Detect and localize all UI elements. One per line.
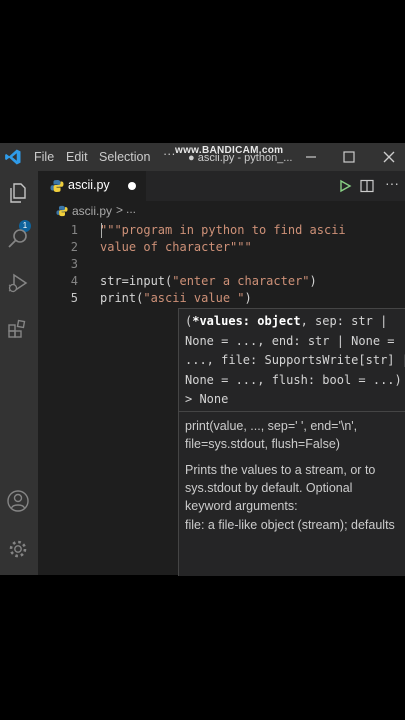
tooltip-divider: [179, 411, 405, 412]
doc-line: file: a file-like object (stream); defau…: [185, 518, 395, 532]
window-title: ● ascii.py - python_...: [188, 152, 293, 164]
doc-line: print(value, ..., sep=' ', end='\n',: [185, 419, 358, 433]
signature-hover-tooltip: (*values: object, sep: str | None = ...,…: [178, 308, 405, 576]
code-token: str=input(: [100, 274, 173, 288]
vscode-logo-icon[interactable]: [4, 148, 22, 166]
tab-bar: ascii.py ···: [38, 171, 405, 201]
close-icon[interactable]: [381, 149, 397, 165]
breadcrumb-more[interactable]: ...: [126, 202, 136, 216]
code-token: print(: [100, 291, 144, 305]
extensions-icon[interactable]: [6, 317, 30, 341]
python-file-icon: [56, 205, 68, 217]
run-python-file-icon[interactable]: [338, 179, 352, 193]
search-icon[interactable]: [6, 227, 30, 251]
line-number: 1: [70, 223, 78, 237]
sig-text: ..., file: SupportsWrite[str] |: [185, 353, 405, 367]
sig-text: , sep: str |: [300, 314, 388, 328]
breadcrumb-separator: >: [116, 203, 124, 217]
function-signature: (*values: object, sep: str | None = ...,…: [185, 312, 405, 410]
code-token: ): [309, 274, 317, 288]
doc-line: file=sys.stdout, flush=False): [185, 437, 340, 451]
doc-line: Prints the values to a stream, or to: [185, 463, 376, 477]
breadcrumb-file[interactable]: ascii.py: [72, 204, 112, 218]
explorer-icon[interactable]: [6, 181, 30, 205]
sig-text: > None: [185, 392, 229, 406]
line-number: 2: [70, 240, 78, 254]
sig-text: None = ..., end: str | None =: [185, 333, 395, 348]
code-line-2: value of character""": [100, 240, 252, 254]
code-line-5: print("ascii value "): [100, 291, 252, 305]
text-cursor: [101, 223, 102, 238]
maximize-icon[interactable]: [341, 149, 357, 165]
run-debug-icon[interactable]: [6, 271, 30, 295]
title-bar: File Edit Selection ··· www.BANDICAM.com…: [0, 143, 405, 171]
minimize-icon[interactable]: [303, 149, 319, 165]
doc-line: keyword arguments:: [185, 499, 298, 513]
split-editor-icon[interactable]: [360, 179, 374, 193]
menu-selection[interactable]: Selection: [99, 150, 150, 164]
doc-line: sys.stdout by default. Optional: [185, 481, 353, 495]
code-string: "ascii value ": [143, 291, 245, 305]
sig-active-param: *values: object: [192, 314, 301, 328]
code-line-4: str=input("enter a character"): [100, 274, 317, 288]
line-number: 4: [70, 274, 78, 288]
line-number: 3: [70, 257, 78, 271]
menu-file[interactable]: File: [34, 150, 54, 164]
python-file-icon: [50, 180, 64, 192]
editor-more-actions[interactable]: ···: [385, 175, 399, 191]
menu-more[interactable]: ···: [163, 147, 176, 161]
unsaved-dot-icon[interactable]: [128, 182, 136, 190]
sig-text: None = ..., flush: bool = ...) -: [185, 372, 405, 387]
activity-bar: 1: [0, 171, 38, 575]
tab-ascii-py[interactable]: ascii.py: [38, 171, 146, 201]
tab-label: ascii.py: [68, 178, 110, 192]
breadcrumb: ascii.py > ...: [38, 201, 405, 223]
menu-edit[interactable]: Edit: [66, 150, 88, 164]
code-token: ): [244, 291, 252, 305]
code-string: "enter a character": [172, 274, 310, 288]
settings-gear-icon[interactable]: [6, 537, 30, 561]
code-line-1: """program in python to find ascii: [100, 223, 346, 237]
line-number-active: 5: [70, 291, 78, 305]
account-icon[interactable]: [6, 489, 30, 513]
